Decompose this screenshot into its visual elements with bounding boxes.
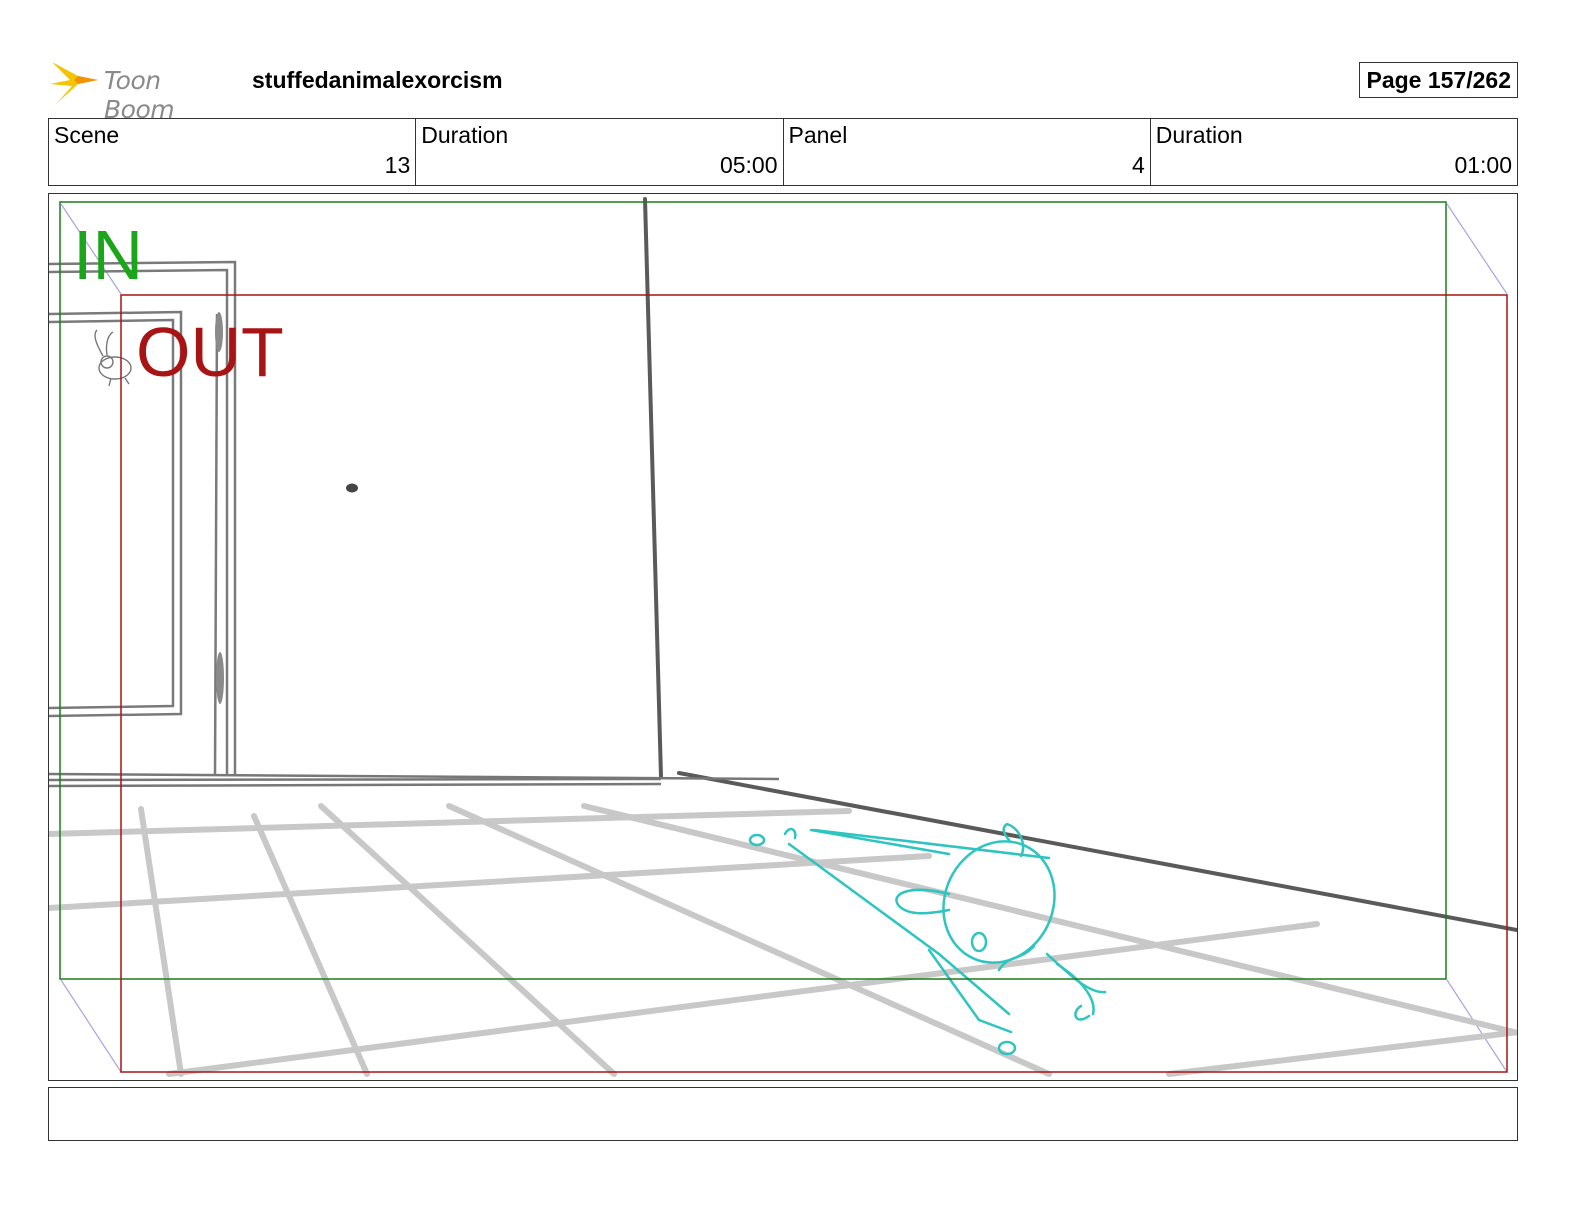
toon-boom-logo: Toon Boom	[48, 54, 238, 124]
floor-grid	[49, 803, 1517, 1077]
wall-lines	[643, 197, 1517, 932]
panel-duration-cell: Duration 01:00	[1151, 119, 1517, 185]
rabbit-icon	[94, 329, 132, 387]
storyboard-panel: IN OUT	[48, 193, 1518, 1081]
panel-value: 4	[1131, 152, 1145, 178]
panel-cell: Panel 4	[784, 119, 1151, 185]
panel-duration-label: Duration	[1155, 122, 1243, 148]
toon-boom-logo-icon	[50, 62, 98, 104]
panel-info-table: Scene 13 Duration 05:00 Panel 4 Duration…	[48, 118, 1518, 186]
project-title: stuffedanimalexorcism	[252, 67, 503, 93]
scene-value: 13	[384, 152, 411, 178]
brand-name: Toon Boom	[104, 66, 175, 124]
scene-cell: Scene 13	[49, 119, 417, 185]
page-number: Page 157/262	[1359, 62, 1518, 98]
in-frame-label: IN	[73, 216, 143, 294]
scene-label: Scene	[54, 122, 120, 148]
panel-label: Panel	[788, 122, 848, 148]
scene-duration-label: Duration	[421, 122, 509, 148]
scene-duration-cell: Duration 05:00	[416, 119, 784, 185]
out-frame-label: OUT	[136, 313, 284, 391]
panel-notes-box	[48, 1087, 1518, 1141]
panel-duration-value: 01:00	[1454, 152, 1512, 178]
out-frame	[120, 294, 1508, 1073]
page-header: Toon Boom stuffedanimalexorcism Page 157…	[48, 54, 1518, 124]
scene-duration-value: 05:00	[719, 152, 778, 178]
baseboard-lines	[49, 772, 780, 788]
